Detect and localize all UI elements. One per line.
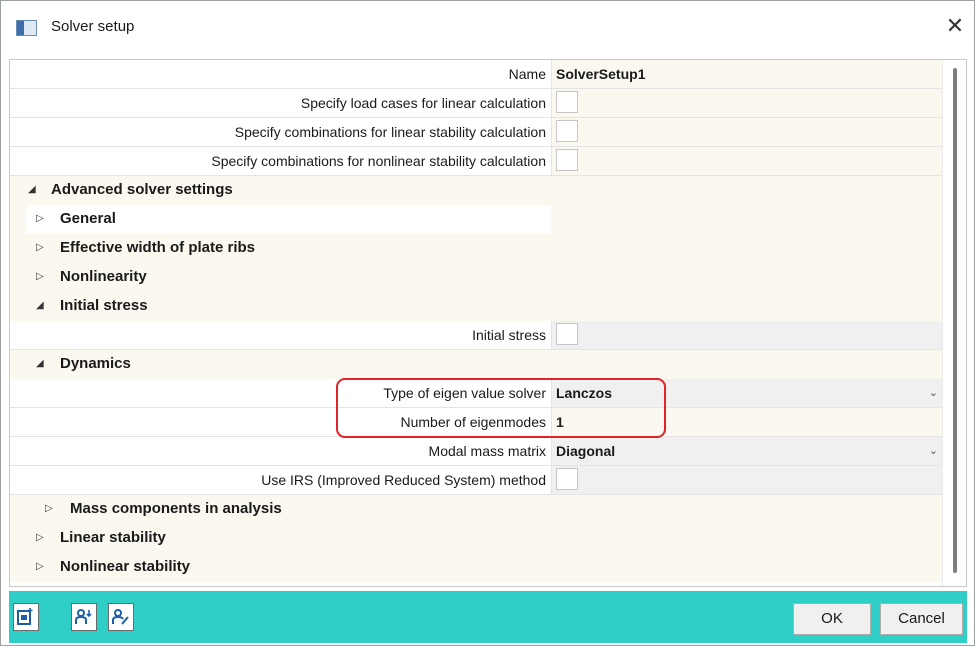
window-title: Solver setup [51, 18, 135, 35]
nonlinearity-label: Nonlinearity [60, 268, 147, 285]
modal-mass-label: Modal mass matrix [428, 443, 546, 459]
effective-width-label: Effective width of plate ribs [60, 239, 256, 256]
solver-setup-dialog: Solver setup ✕ Name SolverSetup1 Specify… [0, 0, 975, 646]
collapsed-triangle-icon[interactable]: ▷ [36, 263, 44, 291]
general-label: General [60, 210, 116, 227]
highlight-box [336, 378, 666, 438]
mass-components-label: Mass components in analysis [70, 500, 282, 517]
combos-nonlinear-stability-label: Specify combinations for nonlinear stabi… [211, 153, 546, 169]
section-dynamics[interactable]: ◢ Dynamics [10, 350, 942, 379]
section-nonlinearity[interactable]: ▷ Nonlinearity [10, 263, 942, 292]
combos-linear-stability-checkbox[interactable] [556, 120, 578, 142]
row-load-cases: Specify load cases for linear calculatio… [10, 89, 942, 118]
property-grid: Name SolverSetup1 Specify load cases for… [9, 59, 967, 587]
advanced-solver-settings-label: Advanced solver settings [51, 181, 233, 198]
row-irs-method: Use IRS (Improved Reduced System) method [10, 466, 942, 495]
initial-stress-checkbox[interactable] [556, 323, 578, 345]
name-field[interactable]: SolverSetup1 [551, 60, 942, 88]
row-modal-mass: Modal mass matrix Diagonal ⌄ [10, 437, 942, 466]
section-nonlinear-stability[interactable]: ▷ Nonlinear stability [10, 553, 942, 582]
load-cases-label: Specify load cases for linear calculatio… [300, 95, 546, 111]
irs-label: Use IRS (Improved Reduced System) method [261, 472, 546, 488]
section-linear-stability[interactable]: ▷ Linear stability [10, 524, 942, 553]
ok-button[interactable]: OK [793, 603, 871, 635]
chevron-down-icon[interactable]: ⌄ [929, 437, 938, 465]
section-mass-components[interactable]: ▷ Mass components in analysis [10, 495, 942, 524]
collapsed-triangle-icon[interactable]: ▷ [45, 495, 53, 523]
collapsed-triangle-icon[interactable]: ▷ [36, 205, 44, 233]
row-combos-nonlinear-stability: Specify combinations for nonlinear stabi… [10, 147, 942, 176]
collapsed-triangle-icon[interactable]: ▷ [36, 524, 44, 552]
initial-stress-section-label: Initial stress [60, 297, 148, 314]
collapsed-triangle-icon[interactable]: ▷ [36, 553, 44, 581]
irs-checkbox[interactable] [556, 468, 578, 490]
users-download-icon[interactable] [71, 603, 97, 631]
user-edit-icon[interactable] [108, 603, 134, 631]
name-value: SolverSetup1 [556, 66, 646, 82]
close-icon[interactable]: ✕ [942, 13, 968, 39]
collapsed-triangle-icon[interactable]: ▷ [36, 234, 44, 262]
dynamics-label: Dynamics [60, 355, 131, 372]
dialog-footer: OK Cancel [9, 591, 967, 643]
scrollbar-thumb[interactable] [953, 68, 957, 573]
title-bar: Solver setup ✕ [1, 1, 974, 51]
row-initial-stress: Initial stress [10, 321, 942, 350]
combos-linear-stability-label: Specify combinations for linear stabilit… [234, 124, 546, 140]
modal-mass-select[interactable]: Diagonal ⌄ [551, 437, 942, 465]
chevron-down-icon[interactable]: ⌄ [929, 379, 938, 407]
combos-nonlinear-stability-checkbox[interactable] [556, 149, 578, 171]
cancel-button[interactable]: Cancel [880, 603, 963, 635]
expanded-triangle-icon[interactable]: ◢ [36, 350, 44, 378]
section-initial-stress[interactable]: ◢ Initial stress [10, 292, 942, 321]
linear-stability-label: Linear stability [60, 529, 166, 546]
name-label: Name [508, 66, 546, 82]
load-cases-checkbox[interactable] [556, 91, 578, 113]
new-setup-icon[interactable] [13, 603, 39, 631]
row-combos-linear-stability: Specify combinations for linear stabilit… [10, 118, 942, 147]
section-general[interactable]: ▷ General [10, 205, 942, 234]
expanded-triangle-icon[interactable]: ◢ [36, 292, 44, 320]
vertical-scrollbar[interactable] [942, 60, 966, 586]
expanded-triangle-icon[interactable]: ◢ [28, 176, 36, 204]
window-icon [16, 20, 37, 36]
initial-stress-label: Initial stress [472, 327, 546, 343]
section-effective-width[interactable]: ▷ Effective width of plate ribs [10, 234, 942, 263]
modal-mass-value: Diagonal [556, 443, 616, 459]
row-name: Name SolverSetup1 [10, 60, 942, 89]
nonlinear-stability-label: Nonlinear stability [60, 558, 191, 575]
section-advanced-solver-settings[interactable]: ◢ Advanced solver settings [10, 176, 942, 205]
